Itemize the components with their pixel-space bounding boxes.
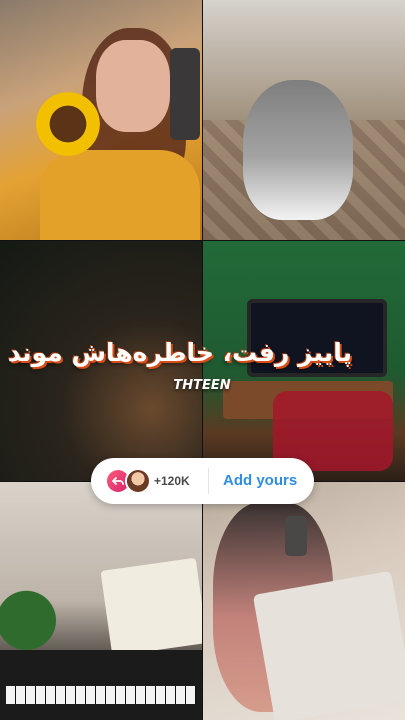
face-shape (96, 40, 170, 132)
story-tag: THTEEN (173, 378, 231, 393)
music-book-shape (100, 557, 202, 657)
piano-keys-shape (6, 686, 196, 704)
participants-count: +120K (154, 474, 190, 488)
cat-shape (243, 80, 353, 220)
add-yours-button[interactable]: Add yours (223, 458, 297, 504)
divider (208, 468, 209, 494)
add-yours-sticker[interactable]: +120K Add yours (91, 458, 314, 504)
reply-icon (107, 470, 129, 492)
phone-shape (285, 516, 307, 556)
piano-shape (0, 650, 202, 720)
photo-sunflower-girl (0, 0, 202, 240)
story-caption: پاییز رفت، خاطره‌هاش موند (7, 338, 352, 367)
photo-mirror-selfie (203, 482, 405, 720)
phone-shape (170, 48, 200, 140)
box-shape (252, 570, 405, 720)
photo-cat (203, 0, 405, 240)
photo-piano (0, 482, 202, 720)
sunflower-icon (36, 92, 100, 156)
sweater-shape (40, 150, 200, 240)
participant-avatar (127, 470, 149, 492)
